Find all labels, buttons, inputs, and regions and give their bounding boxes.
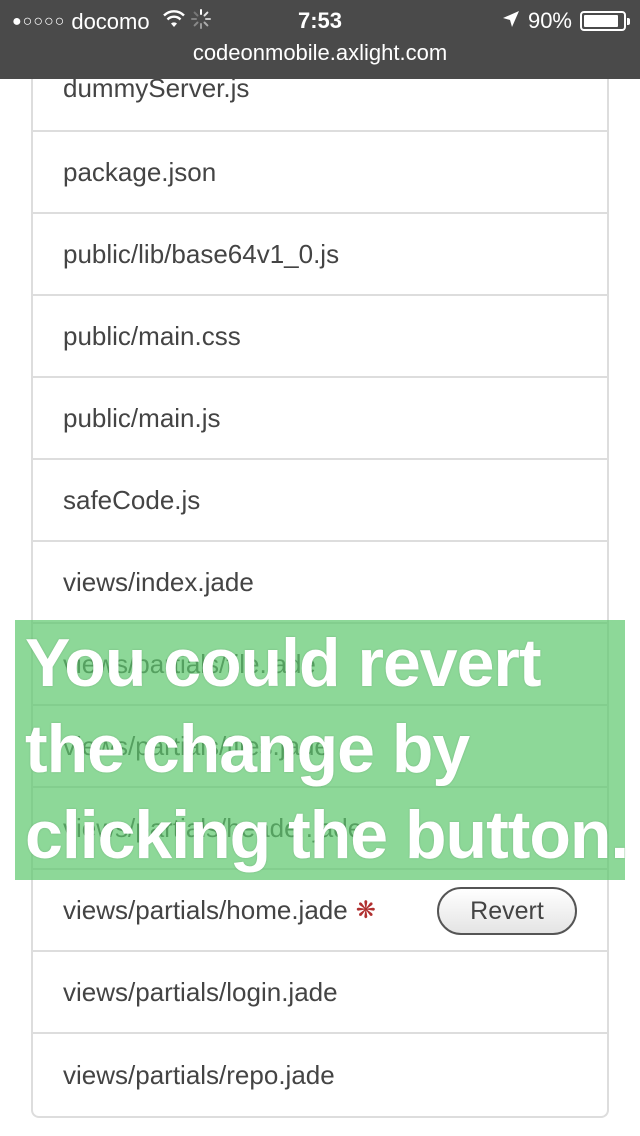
file-name: package.json bbox=[63, 156, 217, 187]
file-list-item[interactable]: views/index.jade bbox=[33, 542, 607, 624]
file-name: views/partials/login.jade bbox=[63, 976, 338, 1007]
battery-percent: 90% bbox=[527, 8, 572, 33]
file-name: public/main.css bbox=[63, 320, 241, 351]
modified-asterisk-icon: ❋ bbox=[355, 896, 376, 924]
status-right: 90% bbox=[502, 8, 630, 34]
file-list-item[interactable]: safeCode.js bbox=[33, 460, 607, 542]
file-list-item[interactable]: public/main.js bbox=[33, 378, 607, 460]
instruction-line: the change by bbox=[25, 711, 470, 787]
file-list-item[interactable]: views/partials/login.jade bbox=[33, 952, 607, 1034]
instruction-text: You could revert the change by clicking … bbox=[25, 620, 629, 878]
instruction-line: You could revert bbox=[25, 625, 542, 701]
file-name: views/partials/home.jade bbox=[63, 894, 348, 925]
file-list-item[interactable]: public/lib/base64v1_0.js bbox=[33, 214, 607, 296]
url-bar[interactable]: codeonmobile.axlight.com bbox=[0, 40, 640, 66]
file-name: safeCode.js bbox=[63, 484, 201, 515]
file-list-item[interactable]: views/partials/repo.jade bbox=[33, 1034, 607, 1116]
file-name: public/main.js bbox=[63, 402, 221, 433]
file-list: dummyServer.js package.json public/lib/bas… bbox=[31, 46, 609, 1118]
battery-icon bbox=[580, 11, 630, 31]
file-name: public/lib/base64v1_0.js bbox=[63, 238, 340, 269]
battery-level bbox=[584, 15, 619, 27]
instruction-line: clicking the button. bbox=[25, 797, 629, 873]
file-name: views/partials/repo.jade bbox=[63, 1059, 335, 1090]
instruction-overlay: You could revert the change by clicking … bbox=[15, 620, 629, 880]
status-bar: ●○○○○ docomo 7:53 90% codeonmobile.axlig… bbox=[0, 0, 640, 79]
file-list-item[interactable]: package.json bbox=[33, 132, 607, 214]
file-name: views/index.jade bbox=[63, 566, 254, 597]
revert-button[interactable]: Revert bbox=[437, 887, 577, 935]
file-list-item[interactable]: public/main.css bbox=[33, 296, 607, 378]
file-list-item[interactable]: views/partials/home.jade ❋ Revert bbox=[33, 870, 607, 952]
location-arrow-icon bbox=[502, 10, 520, 33]
